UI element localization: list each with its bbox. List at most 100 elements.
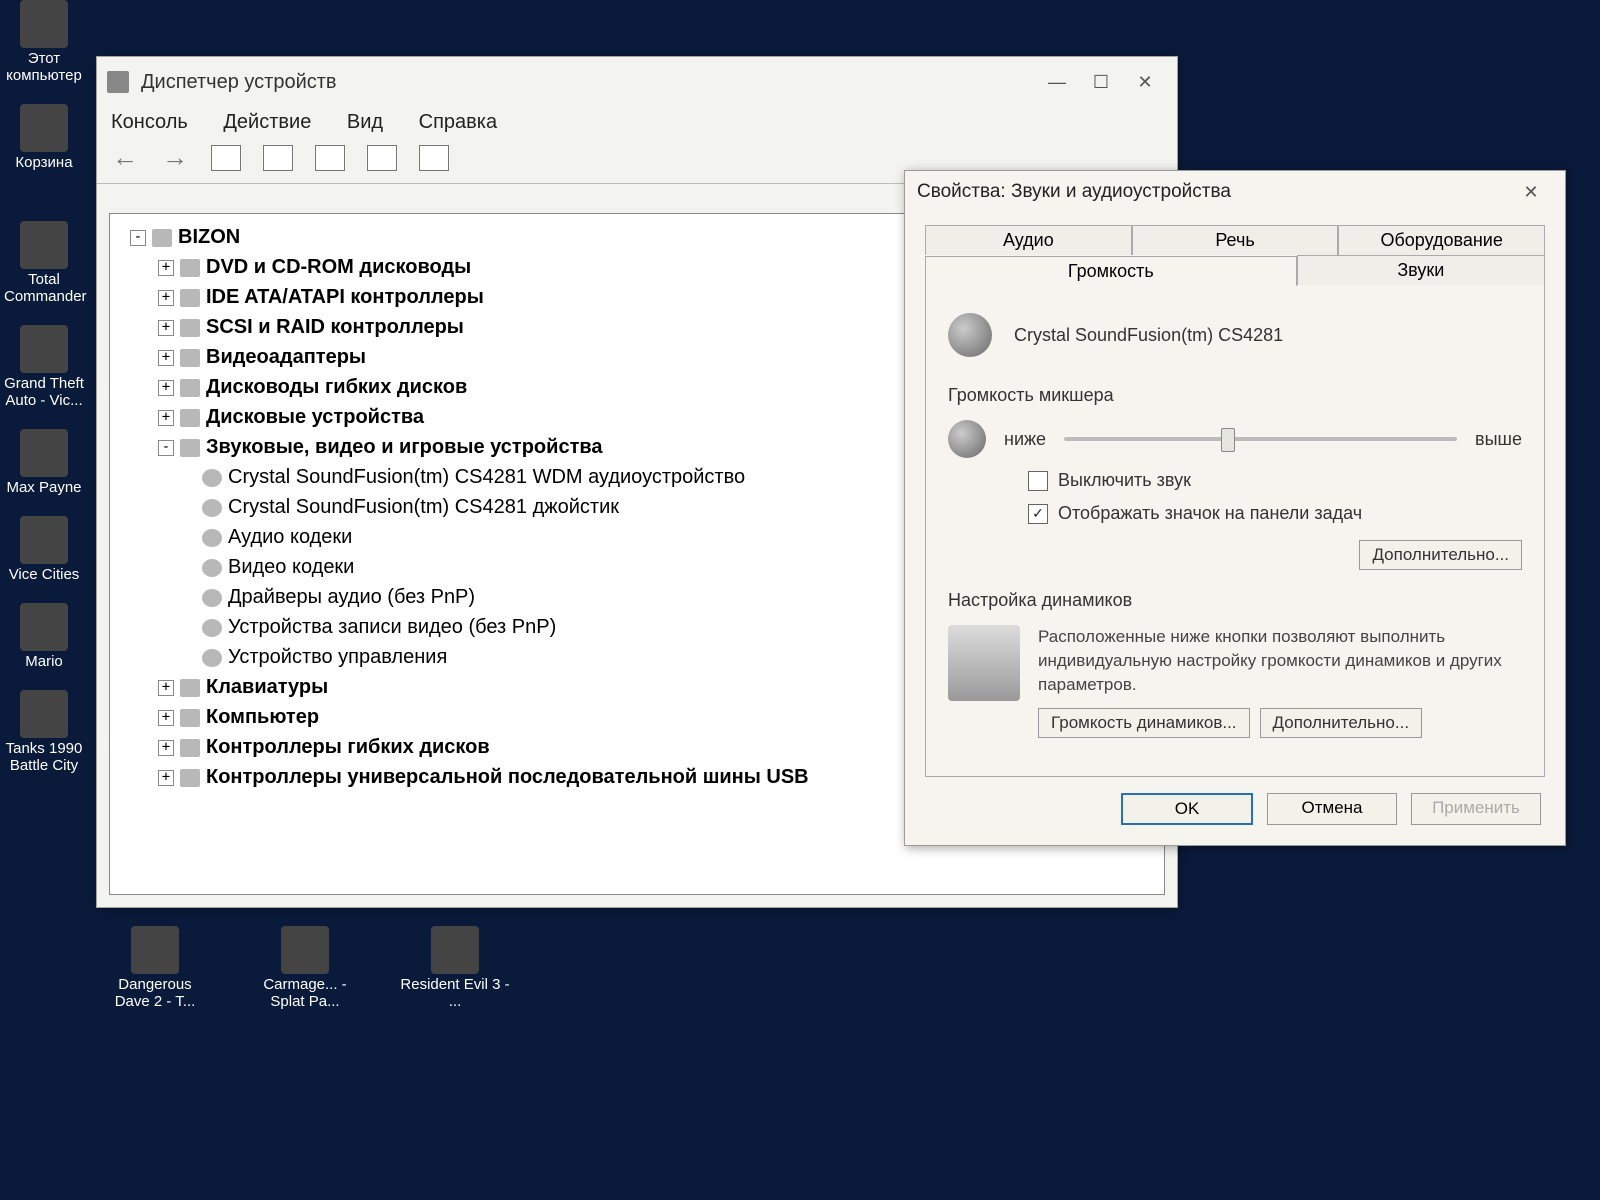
minimize-button[interactable]: — (1035, 67, 1079, 97)
icon-label: Dangerous Dave 2 - T... (100, 976, 210, 1010)
tab-volume[interactable]: Громкость (925, 256, 1297, 286)
desktop-icon[interactable]: Total Commander (4, 221, 84, 305)
checkbox-icon: ✓ (1028, 504, 1048, 524)
device-icon (202, 589, 222, 607)
mute-checkbox[interactable]: Выключить звук (1028, 470, 1522, 491)
device-category-icon (180, 379, 200, 397)
device-category-icon (180, 739, 200, 757)
menu-item[interactable]: Справка (419, 111, 497, 134)
device-category-icon (180, 439, 200, 457)
device-category-icon (180, 409, 200, 427)
tab-hardware[interactable]: Оборудование (1338, 225, 1545, 255)
device-icon (202, 559, 222, 577)
maximize-button[interactable]: ☐ (1079, 67, 1123, 97)
icon-label: Tanks 1990 Battle City (4, 740, 84, 774)
desktop-icon[interactable]: Этот компьютер (4, 0, 84, 84)
speaker-volume-button[interactable]: Громкость динамиков... (1038, 708, 1250, 738)
expand-icon[interactable]: + (158, 680, 174, 696)
tab-speech[interactable]: Речь (1132, 225, 1339, 255)
back-button[interactable]: ← (111, 142, 139, 173)
device-icon (202, 619, 222, 637)
dialog-title: Свойства: Звуки и аудиоустройства (917, 181, 1231, 203)
expand-icon[interactable]: - (158, 440, 174, 456)
group-label: Настройка динамиков (948, 590, 1522, 611)
tab-audio[interactable]: Аудио (925, 225, 1132, 255)
titlebar[interactable]: Свойства: Звуки и аудиоустройства ✕ (905, 171, 1565, 213)
speaker-icon (948, 313, 992, 357)
desktop-icon[interactable]: Grand Theft Auto - Vic... (4, 325, 84, 409)
expand-icon[interactable]: + (158, 290, 174, 306)
sound-properties-dialog: Свойства: Звуки и аудиоустройства ✕ Ауди… (904, 170, 1566, 846)
advanced-button[interactable]: Дополнительно... (1359, 540, 1522, 570)
group-label: Громкость микшера (948, 385, 1522, 406)
speaker-description: Расположенные ниже кнопки позволяют выпо… (1038, 625, 1522, 696)
window-title: Диспетчер устройств (141, 71, 337, 94)
desktop-icon[interactable]: Vice Cities (4, 516, 84, 583)
slider-high-label: выше (1475, 429, 1522, 450)
forward-button[interactable]: → (161, 142, 189, 173)
tab-sounds[interactable]: Звуки (1297, 255, 1545, 285)
ok-button[interactable]: OK (1121, 793, 1253, 825)
collapse-icon[interactable]: - (130, 230, 146, 246)
icon-label: Resident Evil 3 - ... (400, 976, 510, 1010)
device-category-icon (180, 319, 200, 337)
expand-icon[interactable]: + (158, 740, 174, 756)
device-icon (202, 499, 222, 517)
volume-slider[interactable] (1064, 437, 1457, 441)
toolbar-button[interactable] (263, 145, 293, 171)
speaker-advanced-button[interactable]: Дополнительно... (1260, 708, 1423, 738)
expand-icon[interactable]: + (158, 380, 174, 396)
close-button[interactable]: ✕ (1123, 67, 1167, 97)
expand-icon[interactable]: + (158, 260, 174, 276)
menubar: Консоль Действие Вид Справка (97, 107, 1177, 136)
icon-label: Grand Theft Auto - Vic... (4, 375, 84, 409)
menu-item[interactable]: Вид (347, 111, 383, 134)
device-category-icon (180, 679, 200, 697)
expand-icon[interactable]: + (158, 410, 174, 426)
expand-icon[interactable]: + (158, 710, 174, 726)
device-category-icon (180, 769, 200, 787)
titlebar[interactable]: Диспетчер устройств — ☐ ✕ (97, 57, 1177, 107)
menu-item[interactable]: Консоль (111, 111, 188, 134)
checkbox-icon (1028, 471, 1048, 491)
icon-label: Max Payne (4, 479, 84, 496)
slider-thumb[interactable] (1221, 428, 1235, 452)
device-category-icon (180, 349, 200, 367)
cancel-button[interactable]: Отмена (1267, 793, 1397, 825)
device-icon (202, 649, 222, 667)
computer-icon (107, 71, 129, 93)
device-category-icon (180, 709, 200, 727)
desktop-icon[interactable]: Resident Evil 3 - ... (400, 926, 510, 1010)
desktop-icon[interactable]: Max Payne (4, 429, 84, 496)
menu-item[interactable]: Действие (223, 111, 311, 134)
device-icon (202, 469, 222, 487)
device-category-icon (180, 289, 200, 307)
expand-icon[interactable]: + (158, 770, 174, 786)
icon-label: Vice Cities (4, 566, 84, 583)
device-icon (202, 529, 222, 547)
toolbar-button[interactable] (367, 145, 397, 171)
desktop-icon[interactable]: Mario (4, 603, 84, 670)
slider-low-label: ниже (1004, 429, 1046, 450)
device-name: Crystal SoundFusion(tm) CS4281 (1014, 325, 1283, 346)
desktop-icon[interactable]: Корзина (4, 104, 84, 171)
icon-label: Total Commander (4, 271, 84, 305)
toolbar-button[interactable] (419, 145, 449, 171)
toolbar-button[interactable] (315, 145, 345, 171)
toolbar-button[interactable] (211, 145, 241, 171)
desktop-icon[interactable]: Tanks 1990 Battle City (4, 690, 84, 774)
device-category-icon (180, 259, 200, 277)
speaker-icon (948, 420, 986, 458)
computer-icon (152, 229, 172, 247)
expand-icon[interactable]: + (158, 350, 174, 366)
icon-label: Этот компьютер (4, 50, 84, 84)
expand-icon[interactable]: + (158, 320, 174, 336)
tray-icon-checkbox[interactable]: ✓Отображать значок на панели задач (1028, 503, 1522, 524)
apply-button[interactable]: Применить (1411, 793, 1541, 825)
icon-label: Carmage... - Splat Pa... (250, 976, 360, 1010)
desktop-icon[interactable]: Dangerous Dave 2 - T... (100, 926, 210, 1010)
close-button[interactable]: ✕ (1509, 177, 1553, 207)
desktop-icon[interactable]: Carmage... - Splat Pa... (250, 926, 360, 1010)
speakers-icon (948, 625, 1020, 701)
icon-label: Корзина (4, 154, 84, 171)
